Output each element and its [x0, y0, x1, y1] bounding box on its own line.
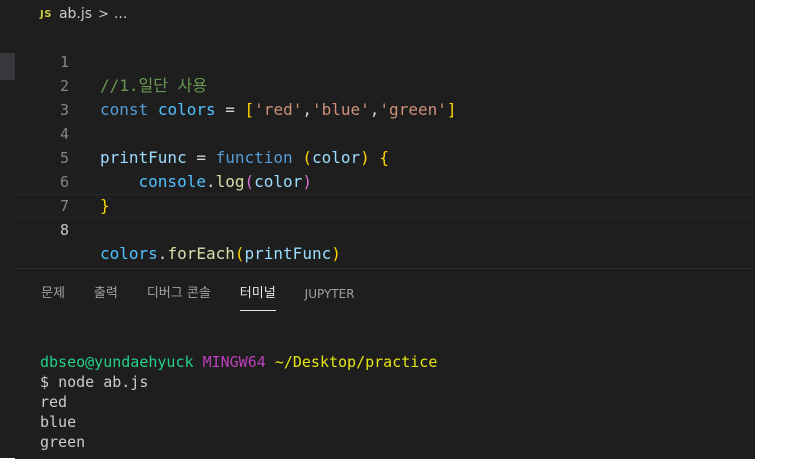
tab-output[interactable]: 출력 [94, 284, 118, 310]
breadcrumb[interactable]: JS ab.js > ... [40, 4, 127, 24]
terminal-output[interactable]: dbseo@yundaehyuck MINGW64 ~/Desktop/prac… [40, 352, 437, 452]
terminal-output-line: blue [40, 413, 77, 431]
line-number: 8 [59, 221, 69, 239]
terminal-output-line: green [40, 433, 86, 451]
code-line[interactable]: 4 printFunc = function (color) { [15, 98, 755, 167]
terminal-path: ~/Desktop/practice [274, 353, 438, 371]
javascript-file-icon: JS [40, 8, 52, 20]
bottom-panel: 문제 출력 디버그 콘솔 터미널 JUPYTER dbseo@yundaehyu… [15, 268, 755, 459]
terminal-output-line: red [40, 393, 68, 411]
code-text: colors.forEach(printFunc) [100, 244, 341, 263]
tab-problems[interactable]: 문제 [41, 284, 65, 310]
code-line[interactable]: 1 //1.일단 사용 [15, 26, 755, 95]
code-line[interactable]: 6 } [15, 146, 755, 215]
code-line[interactable]: 2 const colors = ['red','blue','green'] [15, 50, 755, 119]
tab-jupyter[interactable]: JUPYTER [305, 284, 355, 310]
chevron-right-icon: > [98, 6, 109, 22]
tab-debug-console[interactable]: 디버그 콘솔 [147, 284, 211, 310]
terminal-command-line: $ node ab.js [40, 372, 437, 392]
terminal-user: dbseo@yundaehyuck [40, 353, 194, 371]
line-indicator [0, 53, 15, 80]
code-editor[interactable]: 1 //1.일단 사용 2 const colors = ['red','blu… [15, 26, 755, 268]
terminal-prompt: $ [40, 373, 50, 391]
tab-terminal[interactable]: 터미널 [239, 284, 276, 311]
vscode-window: JS ab.js > ... 1 //1.일단 사용 2 const color… [0, 0, 755, 459]
breadcrumb-file[interactable]: ab.js [59, 6, 92, 22]
code-line[interactable]: 3 [15, 74, 755, 119]
panel-tabs: 문제 출력 디버그 콘솔 터미널 JUPYTER [41, 284, 384, 312]
terminal-prompt-line: dbseo@yundaehyuck MINGW64 ~/Desktop/prac… [40, 352, 437, 372]
breadcrumb-more[interactable]: ... [114, 6, 127, 22]
activity-strip [0, 0, 15, 268]
terminal-command: node ab.js [58, 373, 149, 391]
code-line-active[interactable]: 8 colors.forEach(printFunc) [15, 194, 755, 263]
code-line[interactable]: 5 console.log(color) [15, 122, 755, 191]
code-line[interactable]: 7 [15, 170, 755, 215]
terminal-host: MINGW64 [202, 353, 266, 371]
